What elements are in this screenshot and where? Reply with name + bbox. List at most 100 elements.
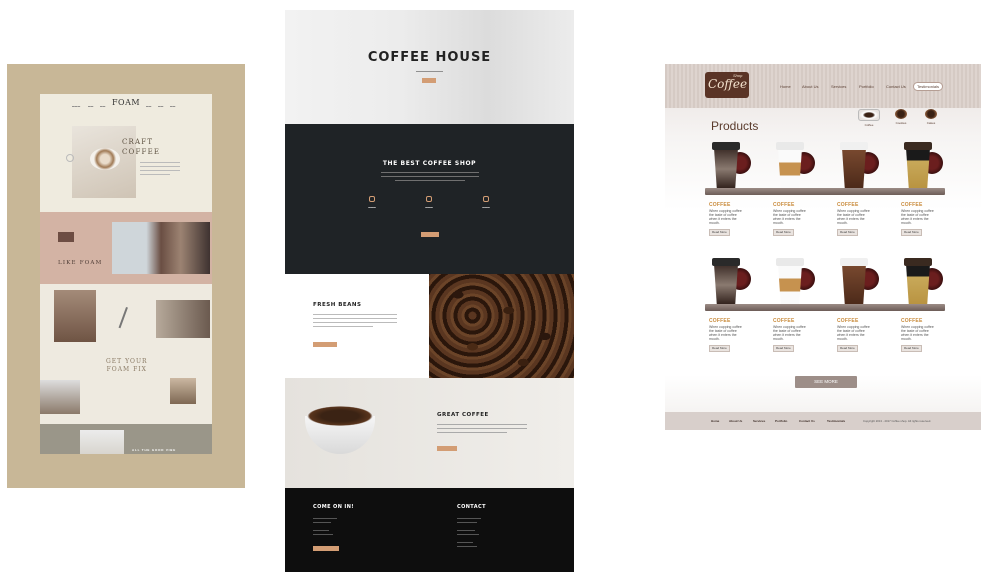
surfboard-icon	[118, 306, 136, 332]
product-description: When cupping coffee the taste of coffee …	[837, 325, 870, 341]
coffee-cup-product[interactable]	[773, 142, 815, 192]
coffee-cup-product[interactable]	[773, 258, 815, 308]
cup-body	[906, 148, 930, 190]
category-cookies[interactable]: Cookies	[889, 109, 913, 127]
coffee-beans-photo	[429, 274, 574, 378]
beans-button[interactable]	[313, 342, 337, 347]
foam-nav-link[interactable]: ▬▬	[88, 105, 94, 108]
category-cakes[interactable]: Cakes	[919, 109, 943, 127]
gallery-stage: ▬▬▬ ▬▬ ▬▬ ▬▬ ▬▬ ▬▬ FOAM CRAFT COFFEE LIK…	[0, 0, 981, 572]
foam-nav-link[interactable]: ▬▬	[170, 105, 176, 108]
coffee-cup-icon	[858, 109, 880, 121]
read-more-button[interactable]: Read More	[837, 345, 858, 352]
product-description: When cupping coffee the taste of coffee …	[709, 209, 742, 225]
read-more-button[interactable]: Read More	[837, 229, 858, 236]
cup-lid	[840, 142, 868, 150]
foam-hero-line2: COFFEE	[122, 148, 161, 156]
text-line	[313, 314, 397, 315]
products-title: Products	[711, 119, 759, 133]
footer-portfolio[interactable]: Portfolio	[775, 419, 787, 423]
fresh-beans-title: FRESH BEANS	[313, 302, 362, 308]
pourover-photo	[40, 380, 80, 414]
foam-logo[interactable]: FOAM	[112, 98, 140, 107]
category-coffee[interactable]: Coffee	[857, 109, 881, 127]
logo-sub: Shop	[733, 73, 743, 78]
nav-services[interactable]: Services	[831, 84, 846, 89]
foam-hero-line1: CRAFT	[122, 138, 154, 146]
foam-nav-link[interactable]: ▬▬	[158, 105, 164, 108]
footer-services[interactable]: Services	[753, 419, 765, 423]
coffee-cup-product[interactable]	[837, 142, 879, 192]
cup-lid	[904, 142, 932, 150]
coffee-shop-footer: Home About Us Services Portfolio Contact…	[665, 412, 981, 430]
nav-contact[interactable]: Contact Us	[886, 84, 906, 89]
woman-photo	[54, 290, 96, 342]
slider-dot-icon[interactable]	[66, 154, 74, 162]
nav-home[interactable]: Home	[780, 84, 791, 89]
coffee-house-mockup: COFFEE HOUSE ▬▬▬▬▬▬▬▬▬ THE BEST COFFEE S…	[285, 10, 574, 572]
coffee-cup-product[interactable]	[901, 142, 943, 192]
read-more-button[interactable]: Read More	[709, 229, 730, 236]
text-line	[313, 522, 331, 523]
footer-button[interactable]	[313, 546, 339, 551]
category-tabs: Coffee Cookies Cakes	[857, 109, 949, 129]
text-line	[140, 166, 180, 168]
read-more-button[interactable]: Read More	[709, 345, 730, 352]
coffee-house-footer: COME ON IN! CONTACT	[285, 488, 574, 572]
coffee-cup-product[interactable]	[709, 142, 751, 192]
text-line	[381, 172, 479, 173]
cup-lid	[776, 258, 804, 266]
cup-icon	[426, 196, 432, 202]
coffee-cup-product[interactable]	[837, 258, 879, 308]
footer-home[interactable]: Home	[711, 419, 719, 423]
text-line	[457, 546, 477, 547]
product-title: COFFEE	[773, 202, 795, 208]
text-line	[140, 174, 170, 176]
text-line	[313, 518, 337, 519]
great-coffee-title: GREAT COFFEE	[437, 412, 489, 418]
text-line	[313, 318, 397, 319]
bean-bowl-photo	[305, 406, 375, 454]
foam-nav-link[interactable]: ▬▬	[146, 105, 152, 108]
read-more-button[interactable]: Read More	[773, 345, 794, 352]
coffee-shop-logo[interactable]: Coffee Shop	[705, 72, 749, 98]
read-more-button[interactable]: Read More	[773, 229, 794, 236]
text-line	[313, 534, 333, 535]
footer-contact[interactable]: Contact Us	[799, 419, 815, 423]
product-description: When cupping coffee the taste of coffee …	[837, 209, 870, 225]
cup-body	[906, 264, 930, 306]
foam-nav-link[interactable]: ▬▬	[100, 105, 106, 108]
section-button[interactable]	[421, 232, 439, 237]
foam-page: ▬▬▬ ▬▬ ▬▬ ▬▬ ▬▬ ▬▬ FOAM CRAFT COFFEE LIK…	[40, 94, 212, 454]
category-label: Coffee	[864, 123, 874, 127]
text-line	[437, 428, 527, 429]
foam-nav-link[interactable]: ▬▬▬	[72, 105, 80, 108]
read-more-button[interactable]: Read More	[901, 229, 922, 236]
read-more-button[interactable]: Read More	[901, 345, 922, 352]
footer-about[interactable]: About Us	[729, 419, 742, 423]
shelf	[705, 304, 945, 311]
foam-mockup: ▬▬▬ ▬▬ ▬▬ ▬▬ ▬▬ ▬▬ FOAM CRAFT COFFEE LIK…	[7, 64, 245, 488]
nav-about[interactable]: About Us	[802, 84, 818, 89]
see-more-button[interactable]: SEE MORE	[795, 376, 857, 388]
cake-icon	[925, 109, 937, 119]
nav-portfolio[interactable]: Portfolio	[859, 84, 874, 89]
drink-photo	[170, 378, 196, 404]
coffee-house-hero: COFFEE HOUSE ▬▬▬▬▬▬▬▬▬	[285, 10, 574, 124]
coffee-cup-product[interactable]	[901, 258, 943, 308]
coffee-cup-product[interactable]	[709, 258, 751, 308]
great-button[interactable]	[437, 446, 457, 451]
foam-band-heading: LIKE FOAM	[58, 260, 103, 266]
great-coffee-section: GREAT COFFEE	[285, 378, 574, 488]
foam-fix-heading: GET YOUR FOAM FIX	[106, 358, 148, 374]
cup-lid	[840, 258, 868, 266]
friends-photo	[156, 300, 210, 338]
footer-testimonials[interactable]: Testimonials	[827, 419, 845, 423]
bowl-beans	[307, 406, 373, 426]
come-on-in-title: COME ON IN!	[313, 504, 354, 510]
hero-button[interactable]	[422, 78, 436, 83]
foam-hero-heading: CRAFT COFFEE	[122, 137, 160, 157]
nav-testimonials[interactable]: Testimonials	[913, 82, 944, 91]
foam-fix-line2: FOAM FIX	[106, 366, 147, 373]
feature-label: ▬▬▬	[368, 206, 376, 209]
